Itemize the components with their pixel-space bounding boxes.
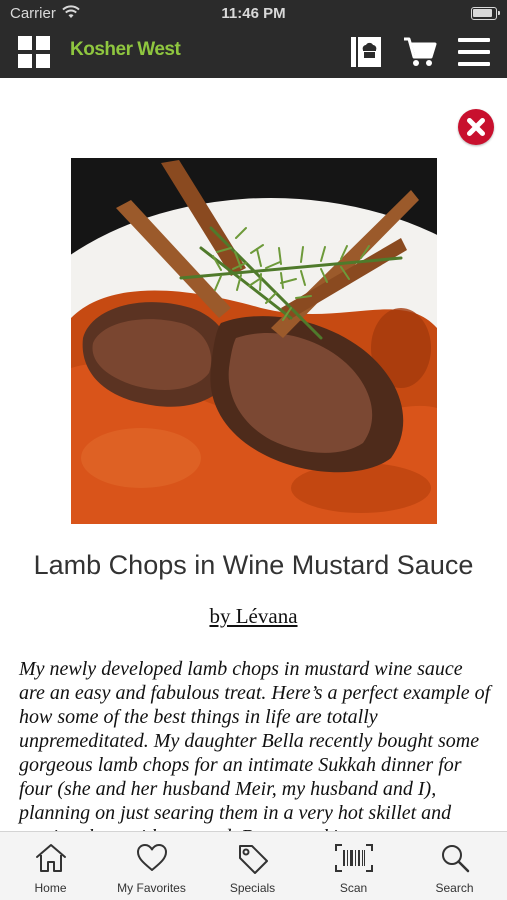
- tab-specials[interactable]: Specials: [202, 832, 303, 900]
- grid-icon[interactable]: [18, 36, 50, 68]
- tab-home[interactable]: Home: [0, 832, 101, 900]
- recipe-book-icon[interactable]: [350, 36, 382, 68]
- app-header: Kosher West: [0, 28, 507, 78]
- tab-specials-label: Specials: [229, 881, 276, 895]
- recipe-title: Lamb Chops in Wine Mustard Sauce: [33, 550, 474, 580]
- close-button[interactable]: [458, 109, 494, 145]
- tab-my-favorites[interactable]: My Favorites: [101, 832, 202, 900]
- tab-scan[interactable]: Scan: [303, 832, 404, 900]
- heart-icon: [136, 844, 167, 871]
- tab-scan-label: Scan: [339, 881, 368, 895]
- tag-icon: [238, 845, 268, 874]
- tab-bar: Home My Favorites Specials Scan Search: [0, 831, 507, 900]
- recipe-description: My newly developed lamb chops in mustard…: [19, 658, 491, 831]
- close-icon: [467, 118, 485, 136]
- tab-home-label: Home: [34, 881, 67, 895]
- tab-search[interactable]: Search: [404, 832, 505, 900]
- tab-my-favorites-label: My Favorites: [117, 881, 186, 895]
- menu-icon[interactable]: [458, 38, 490, 66]
- brand-logo[interactable]: Kosher West: [70, 39, 181, 61]
- battery-icon: [471, 7, 500, 20]
- recipe-photo: [71, 158, 437, 524]
- status-time: 11:46 PM: [221, 5, 286, 22]
- search-icon: [441, 845, 469, 873]
- barcode-icon: [334, 844, 373, 872]
- home-icon: [35, 844, 66, 872]
- recipe-detail: Lamb Chops in Wine Mustard Sauce by Léva…: [0, 78, 507, 831]
- status-bar: Carrier 11:46 PM: [0, 0, 507, 28]
- recipe-author-link[interactable]: by Lévana: [0, 604, 507, 629]
- tab-search-label: Search: [435, 881, 474, 895]
- cart-icon[interactable]: [403, 36, 437, 68]
